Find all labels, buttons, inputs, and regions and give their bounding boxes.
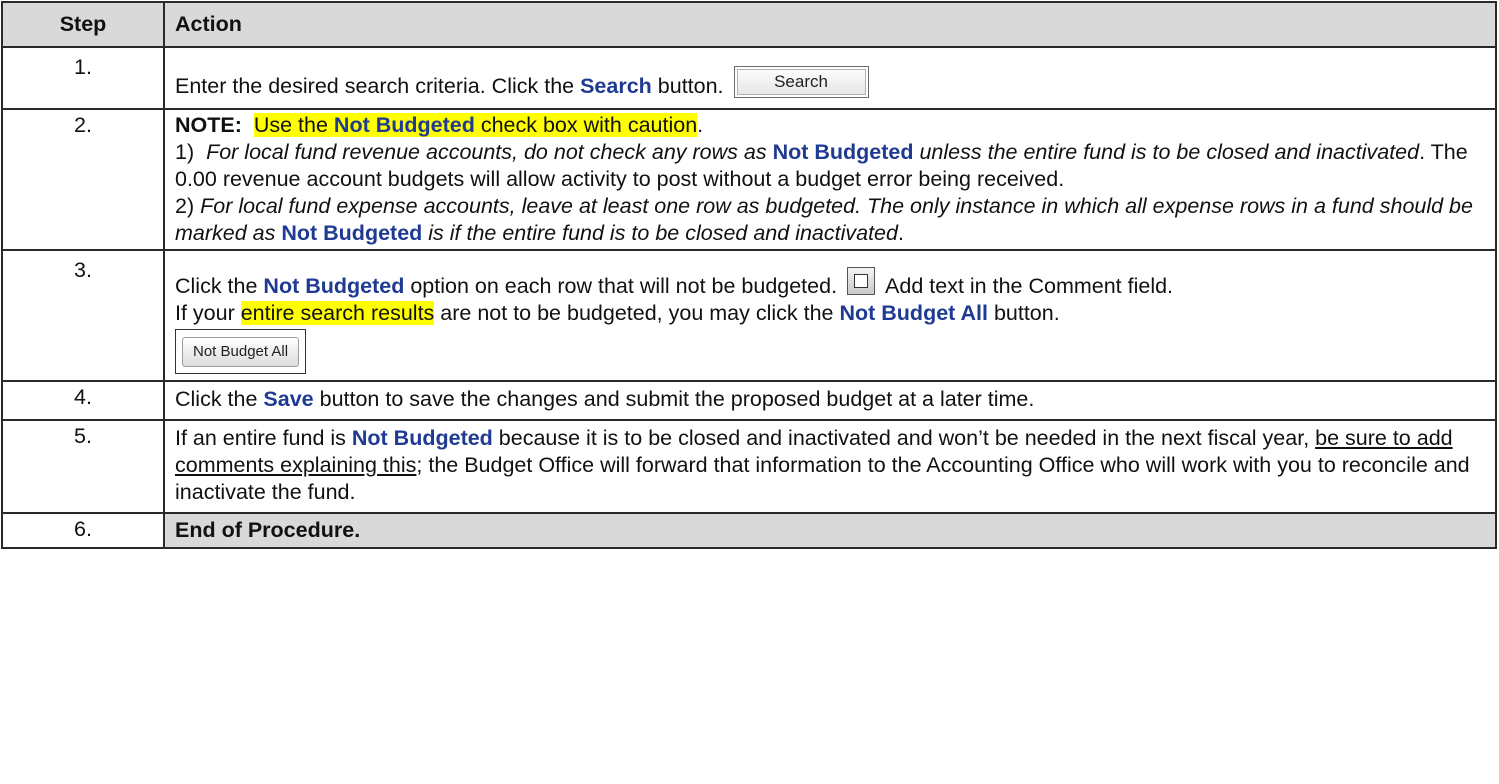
step-number: 5. [1, 419, 165, 514]
header-row: Step Action [1, 1, 1497, 48]
checkbox-icon [847, 267, 876, 295]
step-number: 2. [1, 108, 165, 251]
action-cell: NOTE: Use the Not Budgeted check box wit… [163, 108, 1497, 251]
action-text: Click the Not Budgeted option on each ro… [175, 267, 1485, 300]
table-row: 6. End of Procedure. [1, 512, 1497, 549]
not-budget-all-illustration: Not Budget All [175, 329, 307, 374]
step-column-header: Step [1, 1, 165, 48]
action-cell: Click the Save button to save the change… [163, 380, 1497, 421]
table-row: 5. If an entire fund is Not Budgeted bec… [1, 419, 1497, 514]
note-line: NOTE: Use the Not Budgeted check box wit… [175, 113, 704, 137]
action-cell: Click the Not Budgeted option on each ro… [163, 249, 1497, 382]
end-of-procedure: End of Procedure. [163, 512, 1497, 549]
not-budget-all-button-image: Not Budget All [182, 337, 300, 367]
table-row: 1. Enter the desired search criteria. Cl… [1, 46, 1497, 110]
table-row: 2. NOTE: Use the Not Budgeted check box … [1, 108, 1497, 251]
action-cell: If an entire fund is Not Budgeted becaus… [163, 419, 1497, 514]
table-row: 4. Click the Save button to save the cha… [1, 380, 1497, 421]
action-text: If your entire search results are not to… [175, 301, 1060, 325]
emphasis-search: Search [580, 74, 652, 98]
step-number: 6. [1, 512, 165, 549]
note-paragraph-1: 1) For local fund revenue accounts, do n… [175, 140, 1468, 191]
search-button-illustration: Search [733, 66, 869, 98]
action-column-header: Action [163, 1, 1497, 48]
note-label: NOTE: [175, 113, 242, 137]
note-paragraph-2: 2) For local fund expense accounts, leav… [175, 194, 1473, 245]
action-text: Enter the desired search criteria. Click… [175, 66, 1485, 100]
action-cell: Enter the desired search criteria. Click… [163, 46, 1497, 110]
step-number: 3. [1, 249, 165, 382]
table-row: 3. Click the Not Budgeted option on each… [1, 249, 1497, 382]
note-highlight: Use the Not Budgeted check box with caut… [253, 113, 698, 137]
step-number: 1. [1, 46, 165, 110]
step-number: 4. [1, 380, 165, 421]
procedure-table: Step Action 1. Enter the desired search … [1, 1, 1497, 549]
